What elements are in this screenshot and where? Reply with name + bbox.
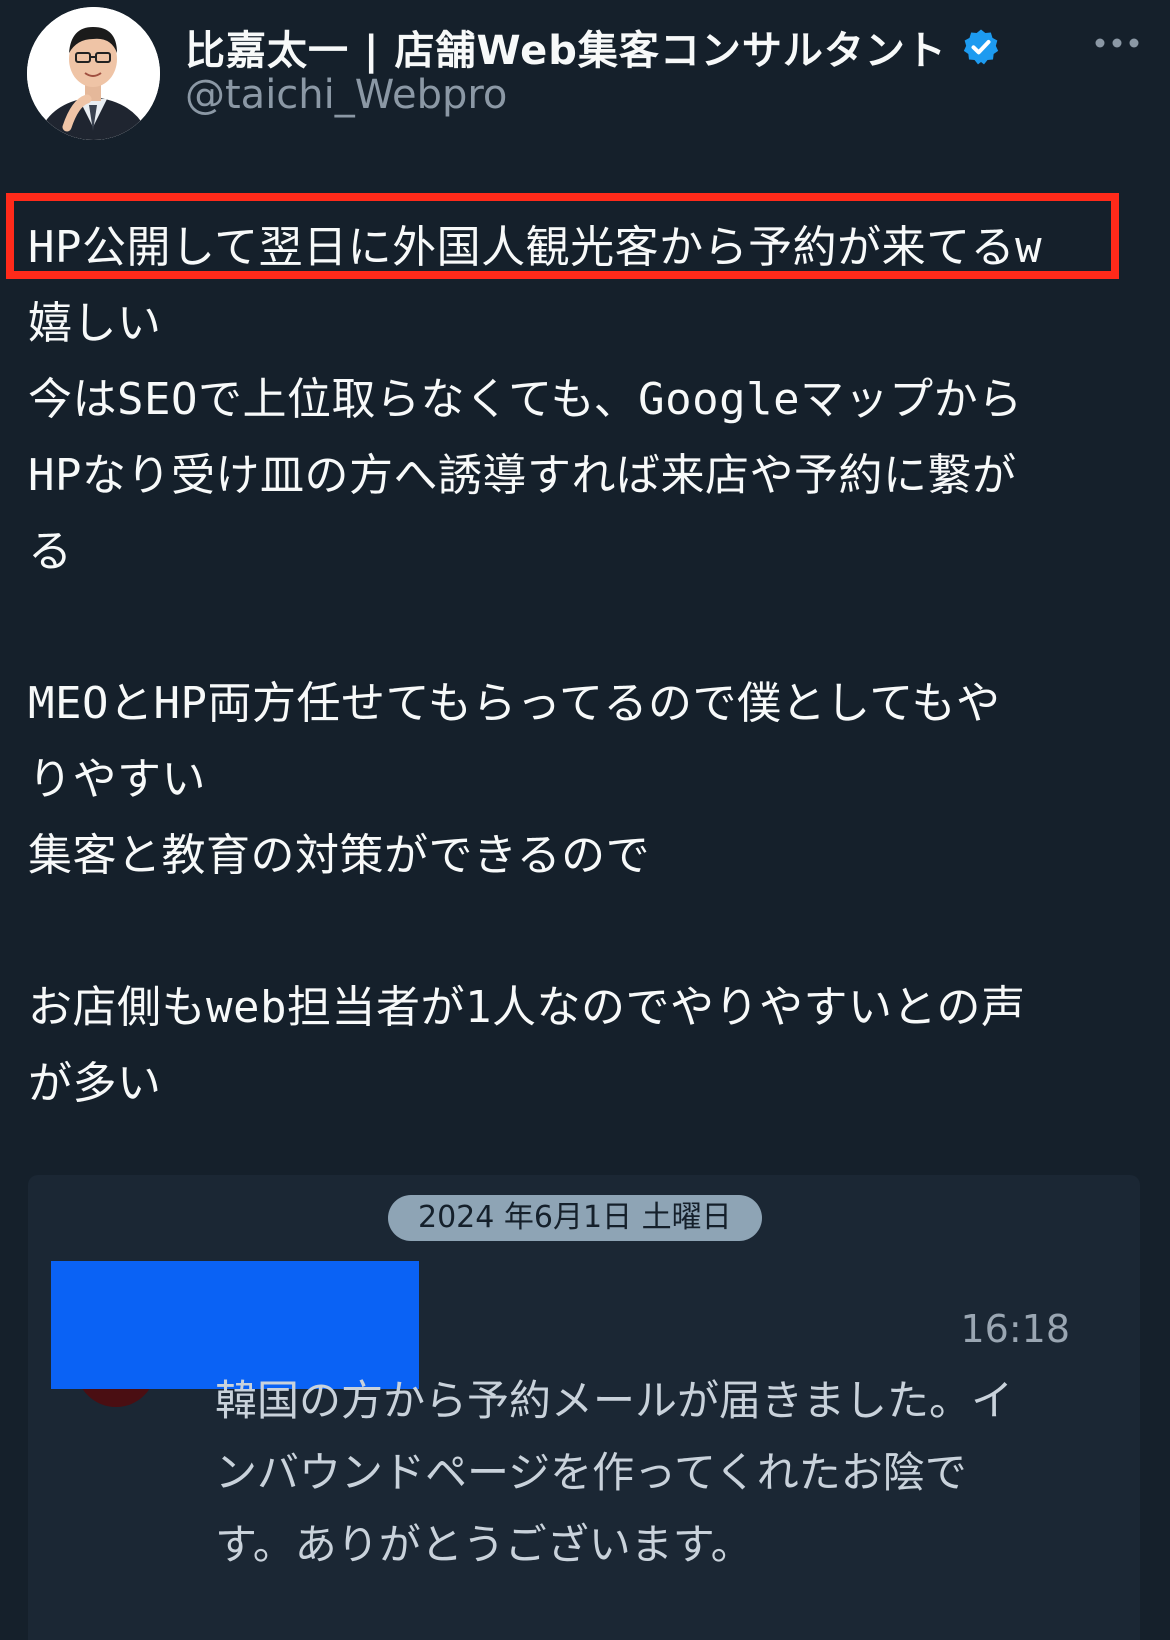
- display-name[interactable]: 比嘉太一 | 店舗Web集客コンサルタント: [185, 18, 1001, 76]
- user-handle[interactable]: @taichi_Webpro: [185, 72, 507, 118]
- profile-photo-icon: [27, 7, 160, 140]
- display-name-text: 比嘉太一 | 店舗Web集客コンサルタント: [185, 28, 947, 74]
- verified-badge-icon: [963, 29, 999, 65]
- tweet-screenshot: 比嘉太一 | 店舗Web集客コンサルタント @taichi_Webpro HP公…: [0, 0, 1170, 1640]
- message-time: 16:18: [960, 1307, 1070, 1351]
- chat-message: 韓国の方から予約メールが届きました。イ ンバウンドページを作ってくれたお陰で す…: [215, 1376, 1014, 1569]
- date-badge: 2024 年6月1日 土曜日: [388, 1195, 762, 1241]
- attached-chat-screenshot[interactable]: 2024 年6月1日 土曜日 16:18 韓国の方から予約メールが届きました。イ…: [28, 1175, 1140, 1640]
- more-dots-icon[interactable]: [1094, 30, 1140, 56]
- tweet-text: HP公開して翌日に外国人観光客から予約が来てるw 嬉しい 今はSEOで上位取らな…: [28, 222, 1043, 1109]
- avatar[interactable]: [27, 7, 160, 140]
